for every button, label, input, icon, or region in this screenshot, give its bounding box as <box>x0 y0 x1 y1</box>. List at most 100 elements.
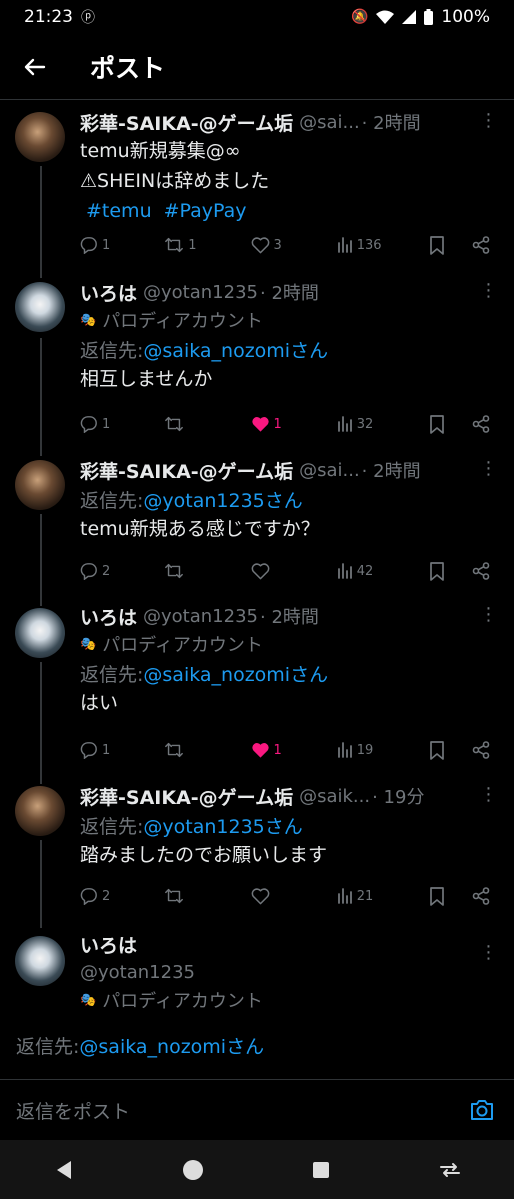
handle[interactable]: @yotan1235 <box>143 606 258 627</box>
reply-to-link[interactable]: @saika_nozomiさん <box>143 336 328 363</box>
display-name[interactable]: いろは <box>80 931 137 958</box>
repost-button[interactable]: 1 <box>164 236 250 254</box>
share-button[interactable] <box>472 415 490 433</box>
rotate-button[interactable] <box>420 1150 480 1190</box>
hashtag-link[interactable]: #PayPay <box>164 200 247 222</box>
bookmark-button[interactable] <box>429 886 472 906</box>
handle[interactable]: @sai... <box>299 112 360 133</box>
timestamp[interactable]: · 2時間 <box>260 279 319 305</box>
heart-icon <box>251 237 269 254</box>
battery-icon <box>424 9 434 25</box>
timestamp[interactable]: · 2時間 <box>362 457 421 483</box>
timestamp[interactable]: · 2時間 <box>260 603 319 629</box>
bookmark-icon <box>430 414 444 434</box>
focused-tweet[interactable]: いろは ⋮ @yotan1235 🎭 パロディアカウント 返信先: @saika_… <box>0 930 514 1070</box>
repost-button[interactable] <box>164 741 250 759</box>
avatar[interactable] <box>15 112 65 162</box>
reply-prefix: 返信先: <box>16 1035 80 1058</box>
reply-button[interactable]: 1 <box>80 415 164 433</box>
camera-icon <box>471 1100 493 1120</box>
timestamp[interactable]: · 19分 <box>372 783 424 809</box>
display-name[interactable]: 彩華-SAIKA-@ゲーム垢 <box>80 783 293 810</box>
views-button[interactable]: 21 <box>337 888 429 904</box>
reply-input[interactable]: 返信をポスト <box>16 1097 462 1124</box>
tweet[interactable]: 彩華-SAIKA-@ゲーム垢 @sai... · 2時間 ⋮ temu新規募集@… <box>0 106 514 276</box>
view-count: 19 <box>356 742 374 758</box>
avatar[interactable] <box>15 786 65 836</box>
tweet[interactable]: いろは @yotan1235 · 2時間 ⋮ 🎭 パロディアカウント 返信先: @… <box>0 278 514 454</box>
camera-button[interactable] <box>462 1090 502 1130</box>
avatar[interactable] <box>15 282 65 332</box>
nav-back-button[interactable] <box>34 1150 94 1190</box>
hashtag-link[interactable]: #temu <box>86 200 152 222</box>
reply-prefix: 返信先: <box>80 815 144 838</box>
more-options-icon[interactable]: ⋮ <box>476 604 500 625</box>
share-button[interactable] <box>472 887 490 905</box>
nav-recents-button[interactable] <box>291 1150 351 1190</box>
back-arrow-icon <box>24 58 46 76</box>
tweet[interactable]: 彩華-SAIKA-@ゲーム垢 @saik... · 19分 ⋮ 返信先: @yo… <box>0 780 514 926</box>
share-button[interactable] <box>472 741 490 759</box>
like-button[interactable] <box>251 887 337 905</box>
tweet[interactable]: いろは @yotan1235 · 2時間 ⋮ 🎭 パロディアカウント 返信先: @… <box>0 602 514 780</box>
avatar[interactable] <box>15 936 65 986</box>
more-options-icon[interactable]: ⋮ <box>476 110 500 131</box>
views-button[interactable]: 19 <box>337 742 429 758</box>
reply-icon <box>80 563 97 580</box>
display-name[interactable]: 彩華-SAIKA-@ゲーム垢 <box>80 457 293 484</box>
handle[interactable]: @saik... <box>299 786 370 807</box>
more-options-icon[interactable]: ⋮ <box>476 458 500 479</box>
reply-to-link[interactable]: @saika_nozomiさん <box>79 1032 264 1059</box>
timestamp[interactable]: · 2時間 <box>362 109 421 135</box>
triangle-back-icon <box>57 1160 72 1179</box>
reply-icon <box>80 237 97 254</box>
circle-home-icon <box>182 1159 203 1180</box>
back-button[interactable] <box>0 36 70 98</box>
share-button[interactable] <box>472 562 490 580</box>
like-button[interactable] <box>251 562 337 580</box>
reply-composer[interactable]: 返信をポスト <box>0 1079 514 1140</box>
like-button[interactable]: 3 <box>251 236 337 254</box>
views-button[interactable]: 32 <box>337 416 429 432</box>
avatar[interactable] <box>15 460 65 510</box>
bookmark-button[interactable] <box>429 414 472 434</box>
nav-home-button[interactable] <box>163 1150 223 1190</box>
bookmark-button[interactable] <box>429 235 472 255</box>
reply-button[interactable]: 2 <box>80 562 164 580</box>
handle[interactable]: @yotan1235 <box>143 282 258 303</box>
repost-button[interactable] <box>164 415 250 433</box>
handle[interactable]: @yotan1235 <box>80 958 500 986</box>
reply-to-link[interactable]: @yotan1235さん <box>143 486 302 513</box>
reply-icon <box>80 888 97 905</box>
more-options-icon[interactable]: ⋮ <box>476 280 500 301</box>
reply-button[interactable]: 1 <box>80 236 164 254</box>
more-options-icon[interactable]: ⋮ <box>476 942 500 963</box>
display-name[interactable]: いろは <box>80 279 137 306</box>
display-name[interactable]: いろは <box>80 603 137 630</box>
heart-filled-icon <box>251 743 269 758</box>
tweet-text: 相互しませんか <box>80 368 213 390</box>
reply-to-link[interactable]: @yotan1235さん <box>143 812 302 839</box>
bookmark-button[interactable] <box>429 740 472 760</box>
share-icon <box>472 887 490 905</box>
display-name[interactable]: 彩華-SAIKA-@ゲーム垢 <box>80 109 293 136</box>
reply-icon <box>80 416 97 433</box>
reply-to-link[interactable]: @saika_nozomiさん <box>143 660 328 687</box>
tweet[interactable]: 彩華-SAIKA-@ゲーム垢 @sai... · 2時間 ⋮ 返信先: @yot… <box>0 454 514 604</box>
tweet-text: temu新規ある感じですか？ <box>80 518 320 540</box>
avatar[interactable] <box>15 608 65 658</box>
reply-button[interactable]: 2 <box>80 887 164 905</box>
bookmark-button[interactable] <box>429 561 472 581</box>
share-icon <box>472 562 490 580</box>
reply-button[interactable]: 1 <box>80 741 164 759</box>
handle[interactable]: @sai... <box>299 460 360 481</box>
views-button[interactable]: 136 <box>337 237 429 253</box>
views-button[interactable]: 42 <box>337 563 429 579</box>
like-button[interactable]: 1 <box>251 415 337 433</box>
repost-button[interactable] <box>164 562 250 580</box>
repost-button[interactable] <box>164 887 250 905</box>
share-icon <box>472 741 490 759</box>
more-options-icon[interactable]: ⋮ <box>476 784 500 805</box>
like-button[interactable]: 1 <box>251 741 337 759</box>
share-button[interactable] <box>472 236 490 254</box>
